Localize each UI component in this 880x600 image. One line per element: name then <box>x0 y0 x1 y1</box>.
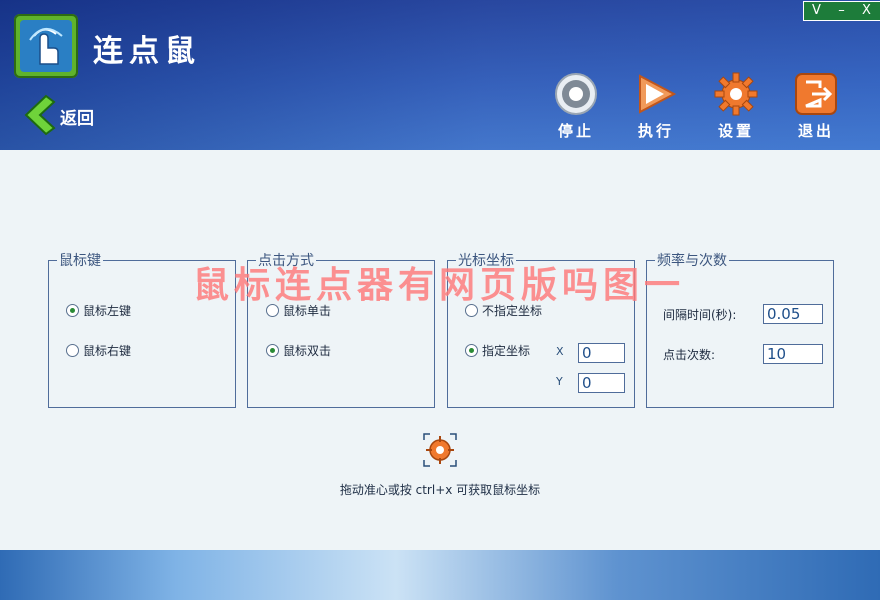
settings-button[interactable]: 设置 <box>706 72 766 142</box>
radio-double-click[interactable]: 鼠标双击 <box>266 342 331 359</box>
window-controls: V – X <box>803 1 880 21</box>
v-button[interactable]: V <box>804 2 829 20</box>
radio-dot <box>66 344 79 357</box>
chevron-left-icon <box>24 94 56 136</box>
interval-input[interactable]: 0.05 <box>763 304 823 324</box>
stop-button[interactable]: 停止 <box>546 72 606 142</box>
x-coord-input[interactable]: 0 <box>578 343 625 363</box>
footer-band <box>0 550 880 600</box>
settings-label: 设置 <box>717 122 754 140</box>
minimize-button[interactable]: – <box>829 2 854 20</box>
radio-dot <box>66 304 79 317</box>
exit-button[interactable]: 退出 <box>786 72 846 142</box>
stop-icon <box>555 73 597 115</box>
y-coord-input[interactable]: 0 <box>578 373 625 393</box>
exit-label: 退出 <box>797 122 834 140</box>
radio-specified-coord[interactable]: 指定坐标 <box>465 342 530 359</box>
app-title: 连点鼠 <box>93 34 201 69</box>
radio-label: 鼠标左键 <box>83 304 132 318</box>
x-label: X <box>556 345 564 358</box>
y-label: Y <box>556 375 563 388</box>
play-icon <box>639 74 677 114</box>
count-label: 点击次数: <box>663 348 716 362</box>
header: 连点鼠 返回 停止 执行 设置 退出 V – X <box>0 0 880 150</box>
count-input[interactable]: 10 <box>763 344 823 364</box>
back-label: 返回 <box>60 109 94 129</box>
group-title: 鼠标键 <box>57 250 103 270</box>
crosshair-icon[interactable] <box>422 432 458 468</box>
stop-label: 停止 <box>557 122 594 140</box>
app-window: 连点鼠 返回 停止 执行 设置 退出 V – X 鼠标键 鼠标左键 鼠标右键 点… <box>0 0 880 600</box>
close-button[interactable]: X <box>854 2 879 20</box>
watermark-text: 鼠标连点器有网页版吗图一 <box>193 265 686 306</box>
run-label: 执行 <box>637 122 674 140</box>
radio-label: 鼠标右键 <box>83 344 132 358</box>
radio-dot <box>465 344 478 357</box>
back-button[interactable]: 返回 <box>18 92 128 138</box>
radio-label: 指定坐标 <box>482 344 531 358</box>
gear-icon <box>714 72 758 116</box>
radio-right-button[interactable]: 鼠标右键 <box>66 342 131 359</box>
radio-label: 鼠标双击 <box>283 344 332 358</box>
interval-label: 间隔时间(秒): <box>663 308 737 322</box>
radio-left-button[interactable]: 鼠标左键 <box>66 302 131 319</box>
hint-text: 拖动准心或按 ctrl+x 可获取鼠标坐标 <box>339 483 541 497</box>
run-button[interactable]: 执行 <box>626 72 686 142</box>
hand-click-icon <box>14 14 78 78</box>
exit-icon <box>795 73 837 115</box>
radio-dot <box>266 344 279 357</box>
